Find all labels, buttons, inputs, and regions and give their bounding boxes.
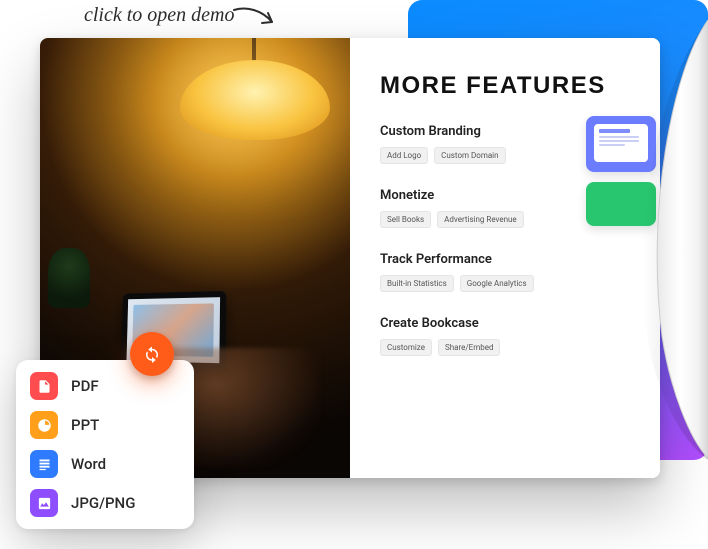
format-label: PPT xyxy=(71,416,99,434)
feature-tag[interactable]: Google Analytics xyxy=(460,275,534,292)
format-label: JPG/PNG xyxy=(71,494,135,512)
lamp-icon xyxy=(180,60,330,140)
refresh-icon xyxy=(143,345,161,363)
features-title: MORE FEATURES xyxy=(380,72,634,100)
feature-preview-cards xyxy=(586,116,660,212)
image-icon xyxy=(30,489,58,517)
ppt-icon xyxy=(30,411,58,439)
demo-hint-text: click to open demo xyxy=(84,4,235,27)
preview-card-branding xyxy=(586,116,656,172)
format-option-word[interactable]: Word xyxy=(30,450,180,478)
flipbook-right-page: MORE FEATURES Custom Branding Add Logo C… xyxy=(350,38,660,478)
plant-icon xyxy=(48,248,90,308)
word-icon xyxy=(30,450,58,478)
feature-group-performance: Track Performance Built-in Statistics Go… xyxy=(380,252,634,292)
refresh-demo-button[interactable] xyxy=(130,332,174,376)
feature-tag[interactable]: Advertising Revenue xyxy=(437,211,524,228)
format-label: PDF xyxy=(71,377,99,395)
feature-tag[interactable]: Add Logo xyxy=(380,147,428,164)
feature-heading: Create Bookcase xyxy=(380,316,634,331)
format-label: Word xyxy=(71,455,106,473)
feature-tag[interactable]: Built-in Statistics xyxy=(380,275,454,292)
feature-heading: Track Performance xyxy=(380,252,634,267)
preview-card-monetize xyxy=(586,182,656,226)
pdf-icon xyxy=(30,372,58,400)
format-option-ppt[interactable]: PPT xyxy=(30,411,180,439)
format-option-pdf[interactable]: PDF xyxy=(30,372,180,400)
feature-tag[interactable]: Custom Domain xyxy=(434,147,505,164)
feature-group-bookcase: Create Bookcase Customize Share/Embed xyxy=(380,316,634,356)
feature-tag[interactable]: Share/Embed xyxy=(438,339,501,356)
format-option-image[interactable]: JPG/PNG xyxy=(30,489,180,517)
feature-tag[interactable]: Sell Books xyxy=(380,211,431,228)
feature-tag[interactable]: Customize xyxy=(380,339,432,356)
demo-hint-arrow-icon xyxy=(232,6,280,34)
supported-formats-card: PDF PPT Word JPG/PNG xyxy=(16,360,194,529)
